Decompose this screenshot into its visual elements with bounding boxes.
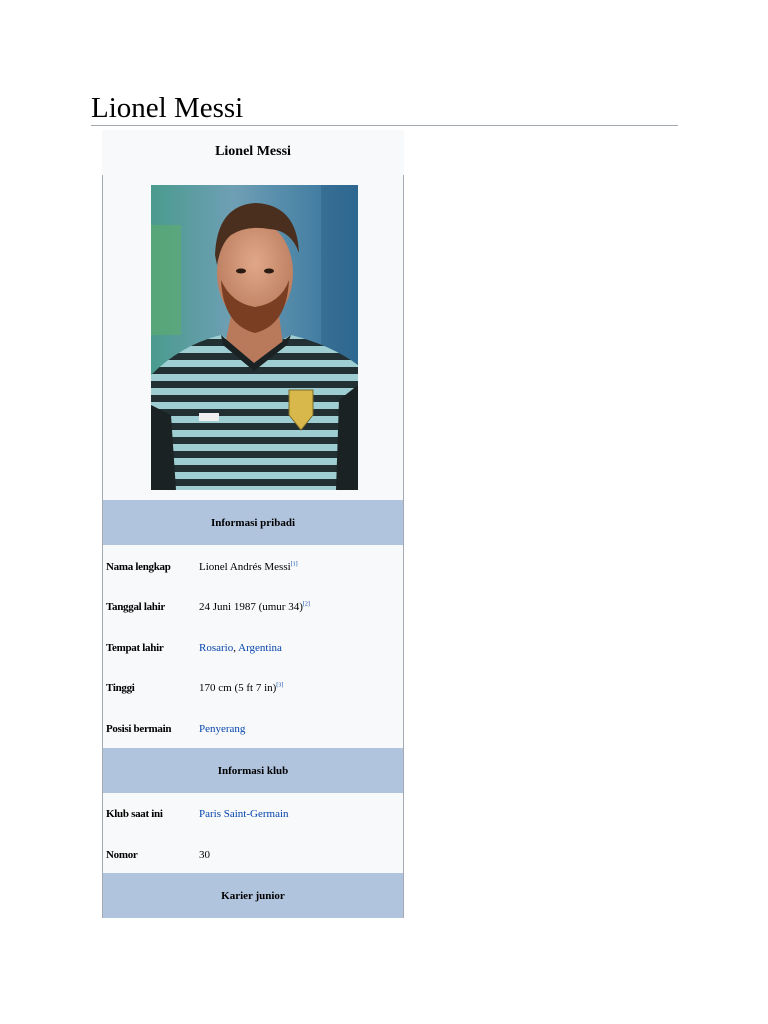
link-position[interactable]: Penyerang [199,723,245,735]
row-birth-place: Tempat lahir Rosario, Argentina [103,642,403,660]
row-number: Nomor 30 [103,849,403,867]
row-height: Tinggi 170 cm (5 ft 7 in)[3] [103,682,403,700]
row-value: 30 [199,849,210,861]
title-divider [91,125,678,126]
row-label: Klub saat ini [106,808,163,820]
player-photo-illustration [151,185,358,490]
row-label: Nomor [106,849,138,861]
row-value: Rosario, Argentina [199,642,282,654]
row-value: Lionel Andrés Messi[1] [199,561,298,573]
row-birth-date: Tanggal lahir 24 Juni 1987 (umur 34)[2] [103,601,403,619]
row-full-name: Nama lengkap Lionel Andrés Messi[1] [103,561,403,579]
section-header-personal: Informasi pribadi [103,500,403,545]
section-header-youth: Karier junior [103,873,403,918]
row-label: Tempat lahir [106,642,164,654]
row-current-club: Klub saat ini Paris Saint-Germain [103,808,403,826]
reference-link[interactable]: [3] [276,682,283,688]
reference-link[interactable]: [2] [303,601,310,607]
infobox-caption: Lionel Messi [215,144,291,159]
row-label: Tinggi [106,682,135,694]
row-label: Tanggal lahir [106,601,165,613]
link-rosario[interactable]: Rosario [199,642,233,654]
row-position: Posisi bermain Penyerang [103,723,403,741]
page-title: Lionel Messi [91,92,244,124]
player-photo[interactable] [151,185,358,490]
link-current-club[interactable]: Paris Saint-Germain [199,808,289,820]
section-header-club: Informasi klub [103,748,403,793]
row-value: 24 Juni 1987 (umur 34)[2] [199,601,310,613]
reference-link[interactable]: [1] [291,561,298,567]
infobox: Lionel Messi Informasi pribadi Nama leng… [102,130,404,918]
row-label: Posisi bermain [106,723,172,735]
link-argentina[interactable]: Argentina [238,642,282,654]
row-label: Nama lengkap [106,561,171,573]
row-value: 170 cm (5 ft 7 in)[3] [199,682,284,694]
